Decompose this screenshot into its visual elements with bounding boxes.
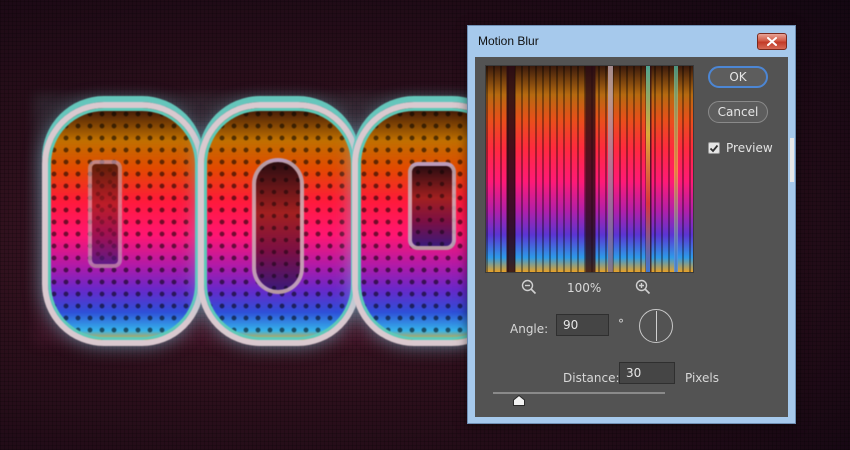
checkbox-box[interactable] <box>708 142 720 154</box>
zoom-in-icon[interactable] <box>635 279 651 295</box>
distance-label: Distance: <box>563 371 620 385</box>
filter-preview[interactable] <box>485 65 694 273</box>
scrollbar[interactable] <box>790 138 794 182</box>
ok-button[interactable]: OK <box>708 66 768 88</box>
cancel-button[interactable]: Cancel <box>708 101 768 123</box>
preview-checkbox[interactable]: Preview <box>708 141 773 155</box>
dialog-title: Motion Blur <box>478 34 539 48</box>
zoom-level: 100% <box>567 281 602 295</box>
zoom-out-icon[interactable] <box>521 279 537 295</box>
angle-input[interactable]: 90 <box>556 314 609 336</box>
preview-label: Preview <box>726 141 773 155</box>
dialog-panel: 100% OK Cancel Preview Angle: 90 ° Dista… <box>475 57 788 417</box>
distance-slider-track[interactable] <box>493 392 665 394</box>
checkmark-icon <box>709 144 719 152</box>
distance-input[interactable]: 30 <box>619 362 675 384</box>
neon-glyph-1 <box>42 102 204 346</box>
distance-unit-label: Pixels <box>685 371 720 385</box>
close-button[interactable] <box>757 33 787 50</box>
degree-symbol: ° <box>618 317 624 331</box>
close-icon <box>767 37 777 46</box>
dialog-titlebar[interactable]: Motion Blur <box>468 26 795 56</box>
slider-thumb-icon[interactable] <box>513 395 525 406</box>
motion-blur-dialog: Motion Blur 100% OK Cancel Preview Angle… <box>467 25 796 424</box>
angle-dial-icon[interactable] <box>639 309 673 343</box>
angle-label: Angle: <box>510 322 549 336</box>
angle-dial-needle <box>656 311 657 341</box>
neon-glyph-2 <box>198 102 360 346</box>
